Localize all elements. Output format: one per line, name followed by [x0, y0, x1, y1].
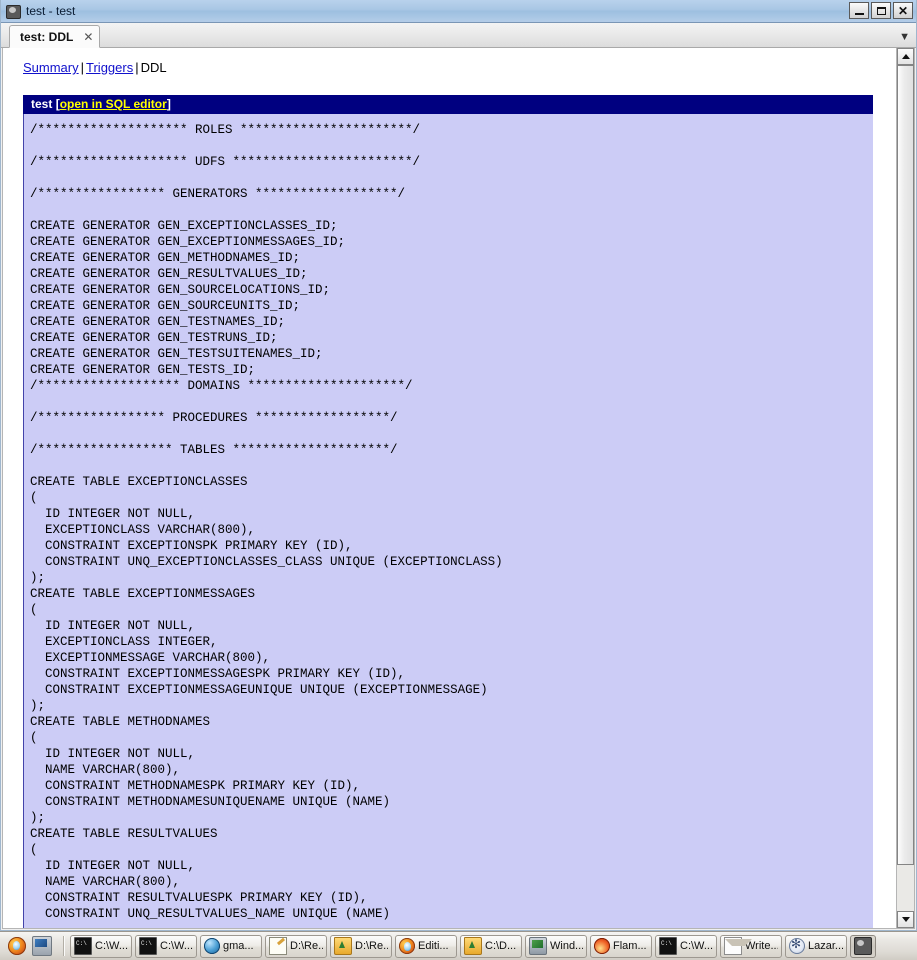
task-button[interactable]: D:\Re... [330, 934, 392, 958]
breadcrumb-separator-1: | [80, 60, 85, 75]
maximize-icon [876, 6, 886, 15]
window-controls: ✕ [849, 2, 913, 19]
firefox-icon[interactable] [8, 937, 26, 955]
task-button-label: D:\Re... [355, 940, 388, 952]
tab-overflow-chevron-down-icon[interactable]: ▼ [899, 32, 910, 43]
breadcrumb-link-summary[interactable]: Summary [23, 60, 79, 75]
task-button-label: gma... [223, 940, 254, 952]
task-button-label: C:\W... [95, 940, 128, 952]
task-button-label: C:\W... [160, 940, 193, 952]
scroll-up-button[interactable] [897, 48, 914, 65]
breadcrumb-separator-2: | [135, 60, 139, 75]
task-button-label: Wind... [550, 940, 583, 952]
task-button[interactable]: D:\Re... [265, 934, 327, 958]
close-bracket: ] [166, 97, 171, 111]
tab-label: test: DDL [20, 29, 74, 44]
breadcrumb-link-triggers[interactable]: Triggers [86, 60, 133, 75]
window-title: test - test [26, 4, 76, 18]
task-button-label: Editi... [418, 940, 449, 952]
minimize-button[interactable] [849, 2, 869, 19]
lazarus-icon [789, 937, 805, 954]
application-window: test - test ✕ test: DDL ✕ ▼ Summary | Trig… [0, 0, 917, 931]
task-button-label: C:\W... [680, 940, 713, 952]
task-button[interactable]: Lazar... [785, 934, 847, 958]
task-button-label: Lazar... [808, 940, 843, 952]
scroll-down-button[interactable] [897, 911, 914, 928]
breadcrumb-current-ddl: DDL [140, 60, 167, 75]
task-button-label: Flam... [613, 940, 647, 952]
scrollbar-thumb[interactable] [897, 65, 914, 865]
firefox-icon [399, 938, 415, 954]
close-icon: ✕ [897, 3, 909, 18]
command-prompt-icon [659, 937, 677, 955]
arrow-down-icon [901, 917, 910, 922]
internet-explorer-icon [204, 938, 220, 954]
taskbar: C:\W... C:\W... gma... D:\Re... D:\Re...… [0, 931, 917, 960]
quick-launch-area [2, 932, 60, 960]
tab-strip: test: DDL ✕ ▼ [1, 23, 916, 48]
task-button[interactable]: Wind... [525, 934, 587, 958]
command-prompt-icon [74, 937, 92, 955]
monitor-icon [529, 937, 547, 955]
scrollbar-track[interactable] [897, 65, 914, 911]
ddl-code-block: /******************** ROLES ************… [23, 114, 873, 928]
minimize-icon [854, 12, 864, 15]
task-button[interactable]: C:\W... [70, 934, 132, 958]
arrow-up-icon [901, 54, 910, 59]
flame-icon [594, 938, 610, 954]
close-button[interactable]: ✕ [893, 2, 913, 19]
folder-icon [334, 937, 352, 955]
task-button-list: C:\W... C:\W... gma... D:\Re... D:\Re...… [68, 934, 915, 958]
tab-test-ddl[interactable]: test: DDL ✕ [9, 25, 101, 48]
object-name: test [31, 97, 53, 111]
tab-close-icon[interactable]: ✕ [83, 31, 93, 43]
task-button-active[interactable] [850, 934, 876, 958]
breadcrumb: Summary | Triggers | DDL [3, 48, 896, 81]
content-pane: Summary | Triggers | DDL test [open in SQL e… [2, 48, 915, 929]
notepad-icon [269, 937, 287, 955]
task-button[interactable]: C:\W... [655, 934, 717, 958]
task-button-label: C:\D... [485, 940, 517, 952]
command-prompt-icon [139, 937, 157, 955]
show-desktop-icon[interactable] [32, 936, 52, 956]
app-icon [854, 937, 872, 955]
task-button[interactable]: C:\D... [460, 934, 522, 958]
task-button[interactable]: Flam... [590, 934, 652, 958]
app-icon [5, 3, 21, 19]
task-button[interactable]: C:\W... [135, 934, 197, 958]
taskbar-separator [63, 936, 65, 956]
mail-icon [724, 937, 752, 955]
task-button[interactable]: Write... [720, 934, 782, 958]
document-area: Summary | Triggers | DDL test [open in SQL e… [3, 48, 896, 928]
title-bar: test - test ✕ [1, 0, 916, 23]
task-button-label: D:\Re... [290, 940, 323, 952]
folder-icon [464, 937, 482, 955]
task-button[interactable]: gma... [200, 934, 262, 958]
object-header-bar: test [open in SQL editor] [23, 95, 873, 114]
task-button[interactable]: Editi... [395, 934, 457, 958]
vertical-scrollbar[interactable] [896, 48, 914, 928]
open-in-sql-editor-link[interactable]: open in SQL editor [60, 97, 167, 111]
maximize-button[interactable] [871, 2, 891, 19]
